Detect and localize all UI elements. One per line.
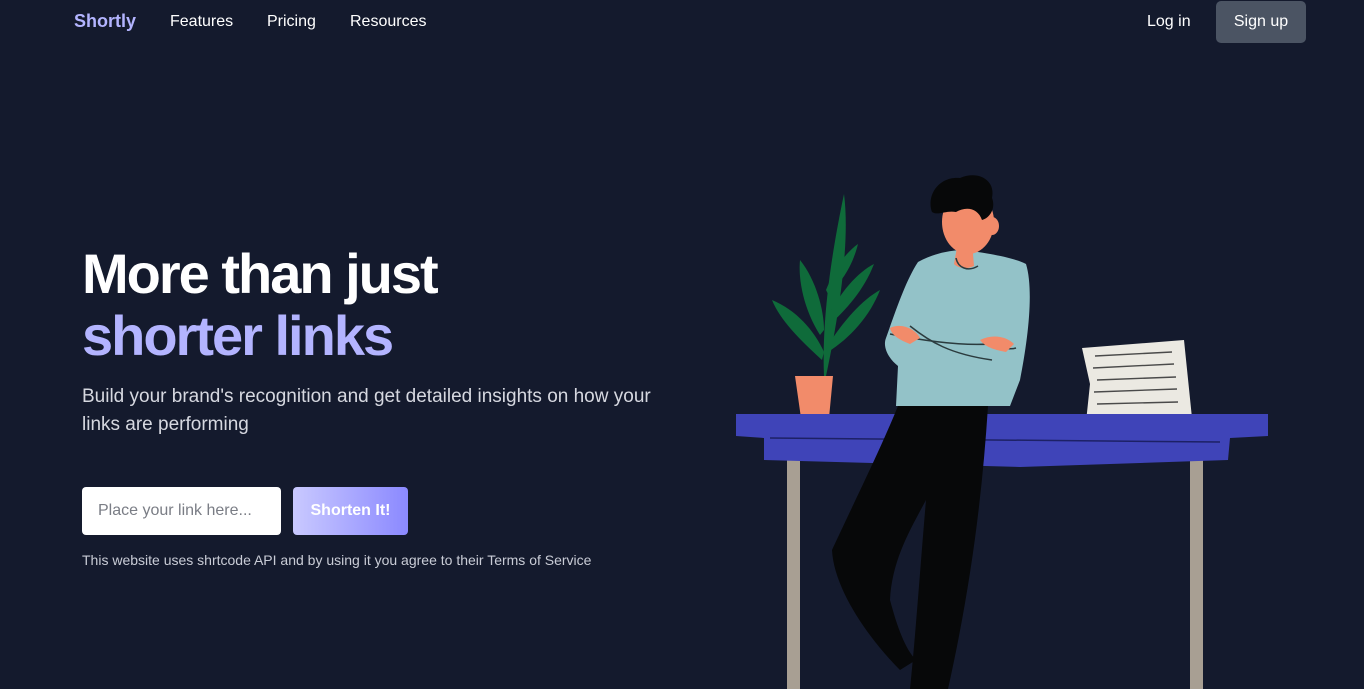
link-input[interactable] <box>82 487 281 535</box>
terms-note: This website uses shrtcode API and by us… <box>82 552 592 568</box>
plant-icon <box>772 194 880 376</box>
nav-link-features[interactable]: Features <box>170 13 233 31</box>
hero-title-line2: shorter links <box>82 304 394 367</box>
shorten-button[interactable]: Shorten It! <box>293 487 408 535</box>
login-link[interactable]: Log in <box>1147 13 1191 31</box>
top-navbar: Shortly Features Pricing Resources Log i… <box>0 0 1364 44</box>
hero-title: More than just shorter links <box>82 242 439 367</box>
plant-pot <box>795 376 833 418</box>
nav-link-pricing[interactable]: Pricing <box>267 13 316 31</box>
logo[interactable]: Shortly <box>74 11 136 32</box>
nav-link-resources[interactable]: Resources <box>350 13 426 31</box>
signup-button[interactable]: Sign up <box>1216 1 1306 43</box>
table-leg-right <box>1190 460 1203 689</box>
table-leg-left <box>787 460 800 689</box>
paper-stack-icon <box>1082 340 1192 422</box>
hero-title-line1: More than just <box>82 242 439 305</box>
person-leaning-on-desk-illustration <box>736 175 1268 689</box>
hero-subtitle: Build your brand's recognition and get d… <box>82 386 651 435</box>
